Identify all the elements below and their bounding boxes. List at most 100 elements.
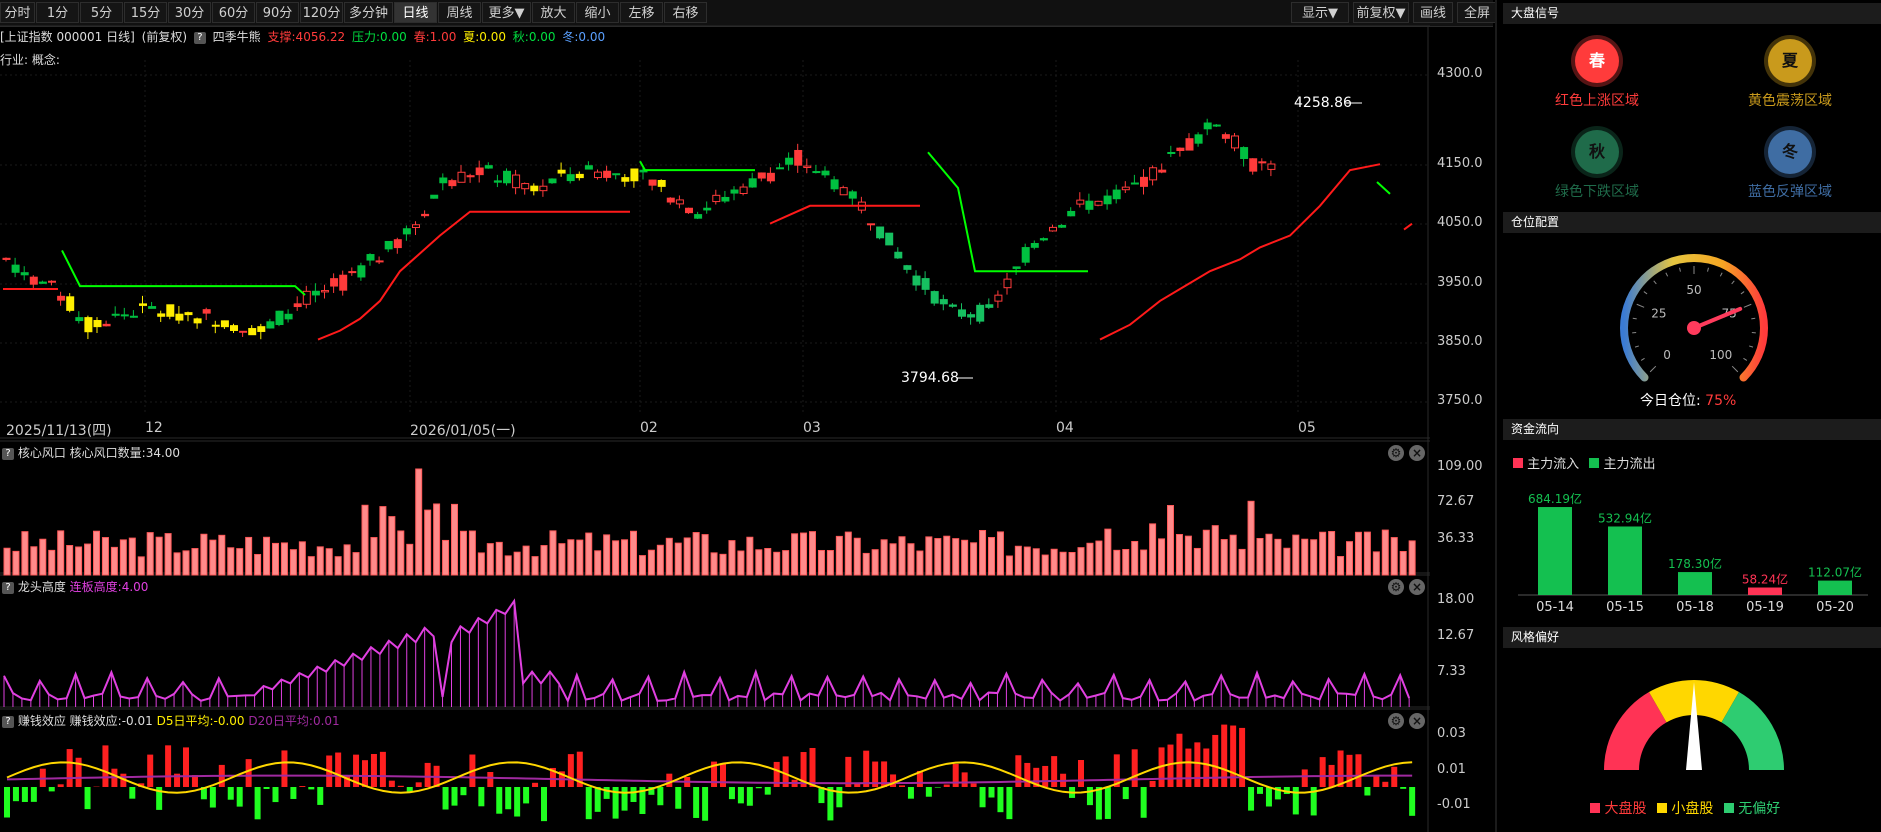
profit-effect-bar [728,787,735,800]
hotspot-bar [674,542,682,576]
candle-body [930,291,939,304]
candle-body [648,179,657,186]
flow-date-label: 05-19 [1746,600,1784,615]
panel1-help-icon[interactable]: ? [2,447,14,460]
price-axis-label: 4150.0 [1437,156,1483,171]
candle-body [248,328,257,336]
position-readout: 今日仓位: 75% [1640,390,1736,410]
hotspot-bar [710,552,718,576]
candle-body [202,309,211,314]
hotspot-bar [1211,525,1219,576]
profit-effect-bar [1104,787,1111,819]
candle-body [339,274,348,291]
hotspot-bar [1086,542,1094,576]
profit-effect-bar [66,749,73,787]
hotspot-bar [1014,545,1022,576]
candle-body [594,171,602,179]
profit-effect-bar [1024,762,1031,787]
hotspot-bar [844,531,852,576]
hotspot-bar [66,545,74,576]
profit-effect-bar [102,745,109,787]
sidebar-separator [1495,0,1497,832]
kline-chart[interactable] [0,0,1430,832]
price-axis-label: 3750.0 [1437,393,1483,408]
panel2-axis-label: 18.00 [1437,592,1475,607]
candle-body [967,314,976,318]
panel1-gear-icon[interactable]: ⚙ [1388,445,1404,461]
hotspot-bar [522,545,530,576]
candle-body [393,239,402,249]
hotspot-bar [1175,533,1183,576]
candle-body [1058,224,1067,228]
hotspot-bar [647,549,655,576]
profit-effect-bar [263,787,270,789]
hotspot-bar [826,550,834,576]
panel1-close-icon[interactable]: × [1409,445,1425,461]
hotspot-bar [746,536,754,576]
candle-body [557,169,566,174]
panel1-title-bar: ? 核心风口 核心风口数量:34.00 [2,443,180,463]
profit-effect-bar [48,787,55,792]
profit-effect-bar [720,763,726,787]
profit-effect-bar [281,750,288,787]
profit-effect-bar [406,787,413,792]
price-axis-label: 3850.0 [1437,334,1483,349]
profit-effect-bar [621,787,628,811]
candle-body [1021,247,1030,263]
candle-body [111,313,120,316]
hotspot-bar [1059,551,1067,576]
candle-body [821,170,830,176]
candle-body [421,213,430,217]
panel2-help-icon[interactable]: ? [2,581,14,594]
candle-body [685,207,693,214]
candle-body [530,185,539,192]
hotspot-bar [1131,540,1139,576]
panel3-close-icon[interactable]: × [1409,713,1425,729]
toolbar-right-button-3[interactable]: 全屏 [1457,2,1497,23]
candle-body [1158,169,1167,173]
candle-body [776,167,784,170]
panel2-value: 连板高度:4.00 [69,580,149,594]
hotspot-bar [227,547,235,576]
candle-body [603,170,612,178]
hotspot-bar [1140,549,1148,576]
candle-body [129,315,138,318]
flow-date-label: 05-20 [1816,600,1854,615]
panel3-axis-label: 0.01 [1437,762,1466,777]
profit-effect-bar [272,787,279,803]
style-legend: 大盘股 小盘股 无偏好 [1590,798,1780,818]
profit-effect-bar [1042,765,1049,787]
hotspot-bar [280,542,288,576]
hotspot-bar [334,556,342,576]
hotspot-bar [119,539,127,576]
hotspot-bar [952,538,960,576]
profit-effect-bar [1337,750,1344,787]
hotspot-bar [898,536,906,576]
profit-effect-bar [1319,757,1326,787]
candle-body [721,196,730,202]
candle-body [366,254,375,261]
panel2-close-icon[interactable]: × [1409,579,1425,595]
candle-body [1094,200,1103,206]
hotspot-bar [468,530,476,576]
profit-effect-bar [245,759,252,787]
candle-body [48,280,56,283]
d20-line [6,774,1413,785]
candle-body [1167,151,1176,154]
hotspot-bar [1319,531,1327,576]
hotspot-bar [289,549,297,576]
candle-body [703,207,712,211]
panel3-gear-icon[interactable]: ⚙ [1388,713,1404,729]
hotspot-bar [638,555,646,576]
panel2-gear-icon[interactable]: ⚙ [1388,579,1404,595]
candle-body [1121,186,1130,191]
hotspot-bar [164,533,172,576]
profit-effect-bar [1409,787,1416,816]
hotspot-bar [880,539,888,576]
candle-body [584,165,593,170]
hotspot-bar [1274,538,1282,576]
candle-body [275,310,284,326]
candle-body [184,312,193,316]
support-line [1099,163,1381,341]
panel3-help-icon[interactable]: ? [2,715,14,728]
